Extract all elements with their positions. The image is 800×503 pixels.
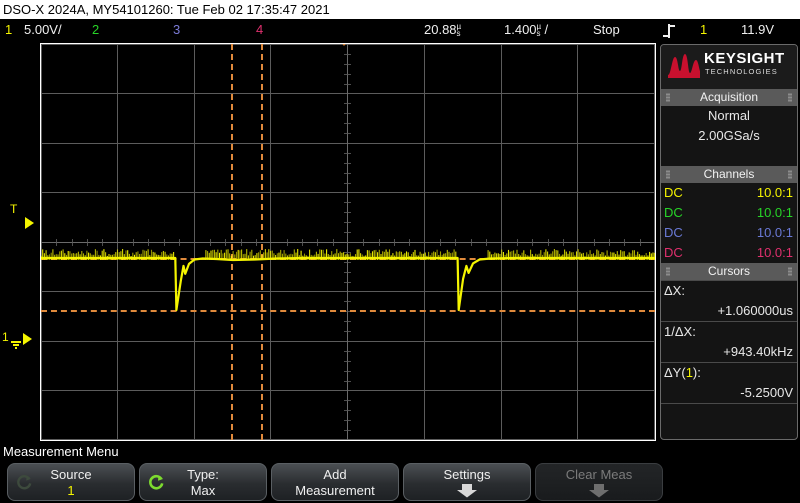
timebase-value: 1.400 xyxy=(504,22,537,37)
grip-left-icon xyxy=(666,93,670,102)
channel-1-waveform-trace xyxy=(41,249,655,312)
info-sidebar: KEYSIGHT TECHNOLOGIES Acquisition Normal… xyxy=(660,44,798,440)
acquisition-mode: Normal xyxy=(708,108,750,123)
horizontal-timebase[interactable]: 1.400 µ s / xyxy=(504,21,548,39)
softkey-add-measurement[interactable]: Add Measurement xyxy=(271,463,399,501)
channel-2-probe-ratio: 10.0:1 xyxy=(756,205,793,220)
channel-3-indicator[interactable]: 3 xyxy=(173,21,180,39)
channel-2-indicator[interactable]: 2 xyxy=(92,21,99,39)
softkey-source-label: Source xyxy=(50,467,92,482)
softkey-settings-label: Settings xyxy=(443,467,491,482)
channel-1-indicator[interactable]: 1 xyxy=(5,21,12,39)
channel-4-info-row: DC 10.0:1 xyxy=(661,243,797,263)
section-header-channels[interactable]: Channels xyxy=(661,166,797,183)
channel-3-info-row: DC 10.0:1 xyxy=(661,223,797,243)
timebase-unit: µs xyxy=(536,22,545,38)
keysight-logo: KEYSIGHT TECHNOLOGIES xyxy=(661,45,797,89)
down-arrow-icon xyxy=(457,484,477,498)
softkey-add-label-line1: Add xyxy=(323,467,347,482)
section-header-acquisition[interactable]: Acquisition xyxy=(661,89,797,106)
section-title-acquisition: Acquisition xyxy=(699,90,759,104)
instrument-title: DSO-X 2024A, MY54101260: Tue Feb 02 17:3… xyxy=(3,2,330,17)
keysight-wave-mark-icon xyxy=(668,54,700,78)
keysight-brand-sub: TECHNOLOGIES xyxy=(705,67,778,76)
trigger-level[interactable]: 11.9V xyxy=(741,21,774,39)
status-bar: 1 5.00V/ 2 3 4 20.88 µ s 1.400 µ s / Stop 1 1… xyxy=(0,19,800,41)
softkey-add-label-line2: Measurement xyxy=(295,483,375,498)
rising-edge-trigger-icon[interactable] xyxy=(663,21,676,39)
cursor-delta-y-row: ΔY(1): xyxy=(661,363,797,383)
channel-4-indicator[interactable]: 4 xyxy=(256,21,263,39)
timebase-unit-bottom: s xyxy=(536,28,541,38)
softkey-source-value: 1 xyxy=(67,483,75,498)
menu-title: Measurement Menu xyxy=(3,444,119,459)
run-stop-status[interactable]: Stop xyxy=(593,21,620,39)
channel-4-coupling: DC xyxy=(664,245,683,260)
cursor-inv-delta-x-value: +943.40kHz xyxy=(723,344,793,359)
grip-right-icon xyxy=(788,170,792,179)
cursor-delta-x-label: ΔX: xyxy=(664,283,685,298)
cursor-delta-y-label: ΔY(1): xyxy=(664,365,701,380)
horizontal-delay-value: 20.88 xyxy=(424,22,457,37)
cursor-delta-y-value: -5.2500V xyxy=(740,385,793,400)
timebase-suffix: / xyxy=(544,22,549,37)
grip-left-icon xyxy=(666,170,670,179)
section-title-channels: Channels xyxy=(703,167,755,181)
trigger-level-label: T xyxy=(10,202,18,216)
cursor-inv-delta-x-row: 1/ΔX: xyxy=(661,322,797,342)
softkey-type-value: Max xyxy=(190,483,216,498)
softkey-type[interactable]: Type: Max xyxy=(139,463,267,501)
cursor-delta-x-value: +1.060000us xyxy=(717,303,793,318)
trigger-source[interactable]: 1 xyxy=(700,21,707,39)
trigger-slope-glyph xyxy=(663,23,676,38)
keysight-brand-name: KEYSIGHT xyxy=(704,50,785,67)
delay-unit: µs xyxy=(456,22,465,38)
channel-1-probe-ratio: 10.0:1 xyxy=(756,185,793,200)
cursor-delta-y-channel: 1 xyxy=(685,365,693,380)
channel-1-ground-marker-arrow[interactable] xyxy=(23,333,32,345)
softkey-source[interactable]: Source 1 xyxy=(7,463,135,501)
grip-left-icon xyxy=(666,267,670,276)
channel-3-probe-ratio: 10.0:1 xyxy=(756,225,793,240)
channel-1-info-row: DC 10.0:1 xyxy=(661,183,797,203)
channel-2-coupling: DC xyxy=(664,205,683,220)
delay-unit-bottom: s xyxy=(456,28,461,38)
ground-marker-label: 1 xyxy=(2,330,9,344)
left-marker-column: T 1 xyxy=(0,43,41,441)
softkey-clear-meas-label: Clear Meas xyxy=(565,467,633,482)
down-arrow-icon xyxy=(589,484,609,498)
grip-right-icon xyxy=(788,93,792,102)
horizontal-delay[interactable]: 20.88 µ s xyxy=(424,21,465,39)
channel-3-coupling: DC xyxy=(664,225,683,240)
channel-2-info-row: DC 10.0:1 xyxy=(661,203,797,223)
cursor-inv-delta-x-label: 1/ΔX: xyxy=(664,324,696,339)
window-title-bar: DSO-X 2024A, MY54101260: Tue Feb 02 17:3… xyxy=(0,0,800,19)
section-title-cursors: Cursors xyxy=(707,264,750,278)
waveform-graticule[interactable] xyxy=(41,44,655,440)
softkey-settings[interactable]: Settings xyxy=(403,463,531,501)
channel-1-vertical-scale[interactable]: 5.00V/ xyxy=(24,21,62,39)
channel-4-probe-ratio: 10.0:1 xyxy=(756,245,793,260)
section-header-cursors[interactable]: Cursors xyxy=(661,263,797,280)
oscilloscope-screen: DSO-X 2024A, MY54101260: Tue Feb 02 17:3… xyxy=(0,0,800,503)
grip-right-icon xyxy=(788,267,792,276)
cursor-delta-x-row: ΔX: xyxy=(661,281,797,301)
softkey-type-label: Type: xyxy=(187,467,219,482)
acquisition-sample-rate: 2.00GSa/s xyxy=(698,128,760,143)
softkey-bar: Source 1 Type: Max Add Measurement Setti… xyxy=(0,462,800,503)
trigger-level-marker-arrow[interactable] xyxy=(25,217,34,229)
softkey-clear-meas[interactable]: Clear Meas xyxy=(535,463,663,501)
channel-1-coupling: DC xyxy=(664,185,683,200)
